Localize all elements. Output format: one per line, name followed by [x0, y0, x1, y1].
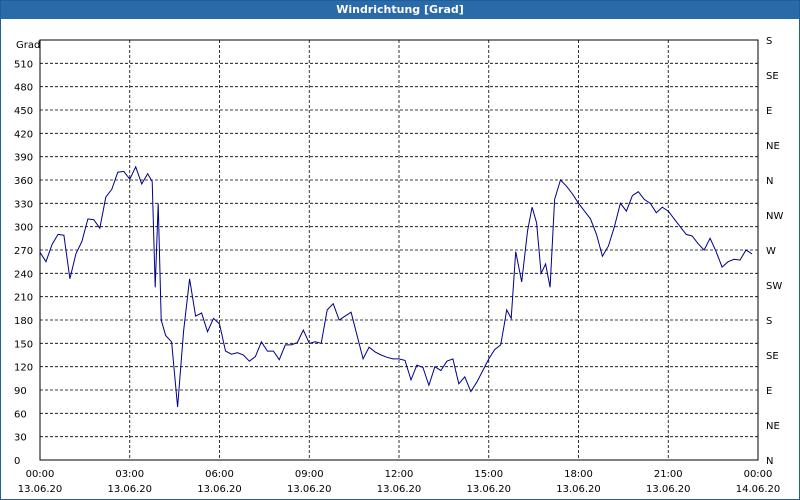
- x-tick-time-label: 00:00: [744, 469, 773, 480]
- right-axis-label: N: [766, 456, 773, 467]
- right-axis-label: E: [766, 386, 772, 397]
- x-tick-date-label: 13.06.20: [466, 484, 511, 495]
- y-tick-label: 60: [14, 409, 27, 420]
- y-tick-label: 420: [14, 129, 33, 140]
- x-tick-date-label: 13.06.20: [18, 484, 63, 495]
- y-tick-label: 510: [14, 59, 33, 70]
- y-tick-label: 360: [14, 176, 33, 187]
- x-tick-date-label: 13.06.20: [287, 484, 332, 495]
- right-axis-label: SW: [766, 281, 782, 292]
- y-tick-label: 270: [14, 246, 33, 257]
- y-tick-label: 90: [14, 386, 27, 397]
- x-tick-time-label: 09:00: [295, 469, 324, 480]
- y-tick-label: 120: [14, 363, 33, 374]
- x-tick-time-label: 03:00: [115, 469, 144, 480]
- y-tick-label: 30: [14, 433, 27, 444]
- x-tick-time-label: 18:00: [564, 469, 593, 480]
- x-tick-date-label: 13.06.20: [377, 484, 422, 495]
- right-axis-label: S: [766, 36, 772, 47]
- y-tick-label: 0: [14, 456, 20, 467]
- x-tick-time-label: 06:00: [205, 469, 234, 480]
- right-axis-label: N: [766, 176, 773, 187]
- y-tick-label: 450: [14, 106, 33, 117]
- right-axis-label: NW: [766, 211, 783, 222]
- y-tick-label: 210: [14, 293, 33, 304]
- wind-direction-chart: 0 30 60 90 120 150 180 210 240 270 300 330 360 390 420…: [14, 36, 783, 495]
- y-axis-title: Grad: [16, 40, 40, 51]
- right-axis-label: NE: [766, 421, 780, 432]
- right-axis-label: SE: [766, 351, 779, 362]
- x-tick-date-label: 13.06.20: [556, 484, 601, 495]
- y-tick-label: 150: [14, 339, 33, 350]
- right-axis-label: E: [766, 106, 772, 117]
- right-axis-label: NE: [766, 141, 780, 152]
- y-tick-label: 180: [14, 316, 33, 327]
- right-axis-label: W: [766, 246, 776, 257]
- right-axis-label: S: [766, 316, 772, 327]
- x-tick-time-label: 15:00: [474, 469, 503, 480]
- wind-direction-line: [39, 165, 753, 408]
- right-axis-label: SE: [766, 71, 779, 82]
- x-tick-time-label: 12:00: [385, 469, 414, 480]
- x-tick-time-label: 00:00: [26, 469, 55, 480]
- y-tick-label: 300: [14, 223, 33, 234]
- y-tick-label: 330: [14, 199, 33, 210]
- x-tick-date-label: 13.06.20: [107, 484, 152, 495]
- y-tick-label: 480: [14, 83, 33, 94]
- x-tick-date-label: 14.06.20: [736, 484, 781, 495]
- y-tick-label: 240: [14, 269, 33, 280]
- x-tick-date-label: 13.06.20: [197, 484, 242, 495]
- y-tick-label: 390: [14, 153, 33, 164]
- x-tick-date-label: 13.06.20: [646, 484, 691, 495]
- x-tick-time-label: 21:00: [654, 469, 683, 480]
